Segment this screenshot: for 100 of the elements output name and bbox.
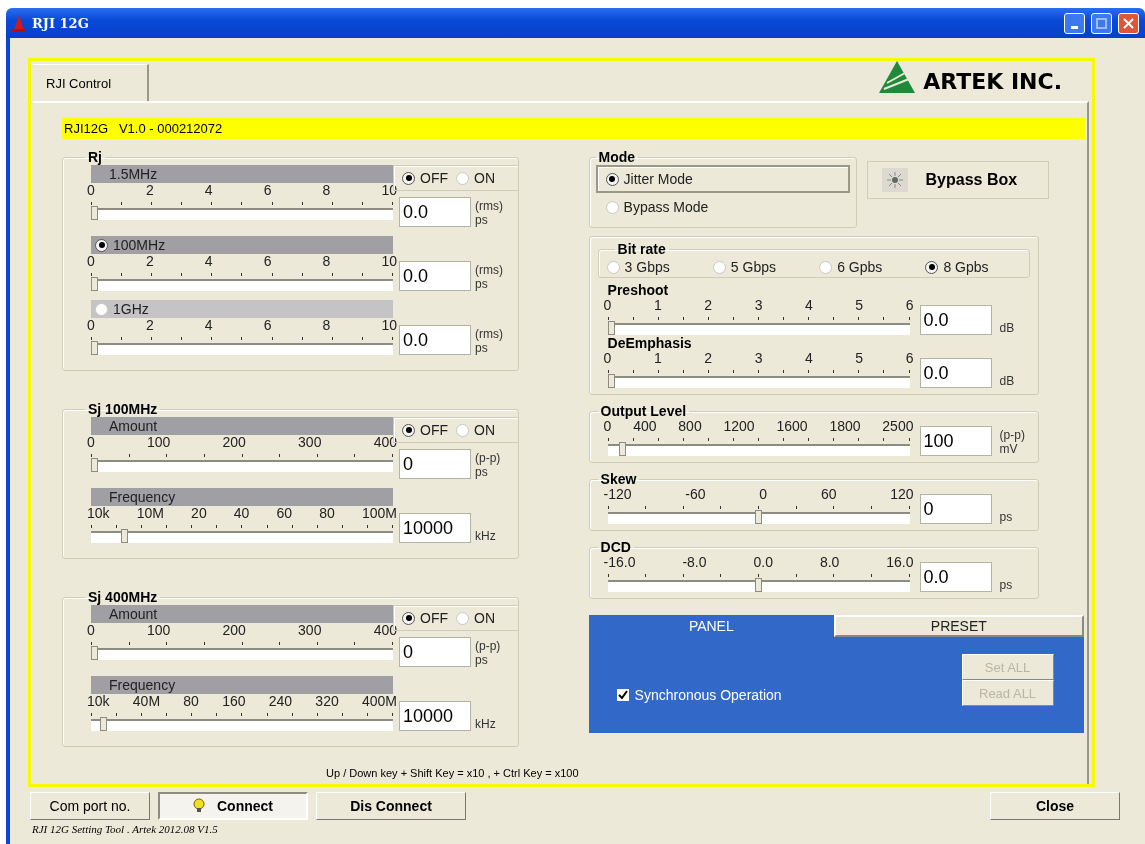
tick-label: 6	[263, 183, 272, 198]
value-field[interactable]: 0.0	[399, 197, 471, 227]
radio-button[interactable]: 5 Gbps	[712, 259, 776, 275]
tick-label: -8.0	[682, 555, 707, 570]
radio-button[interactable]: ON	[456, 422, 495, 438]
tick-label: 0	[87, 254, 95, 269]
slider-title: DeEmphasis	[607, 335, 693, 351]
tick-label: -120	[603, 487, 632, 502]
radio-button[interactable]: OFF	[402, 422, 448, 438]
checkbox[interactable]: Synchronous Operation	[616, 687, 782, 703]
slider-track[interactable]	[91, 208, 393, 220]
disconnect-button[interactable]: Dis Connect	[316, 792, 466, 820]
tick-label: 40	[233, 506, 250, 521]
slider-track[interactable]	[607, 580, 910, 592]
connect-button[interactable]: Connect	[158, 792, 308, 820]
close-button[interactable]	[1118, 12, 1139, 34]
slider-track[interactable]	[91, 719, 393, 731]
tower-icon	[12, 14, 26, 32]
logo-text: ARTEK INC.	[923, 71, 1062, 93]
radio-button[interactable]: 6 Gpbs	[819, 259, 883, 275]
slider-thumb[interactable]	[120, 529, 128, 543]
group-title: Bit rate	[616, 241, 667, 257]
slider-thumb[interactable]	[91, 341, 98, 355]
minimize-icon	[1071, 25, 1078, 29]
tab[interactable]: RJI Control	[31, 64, 149, 101]
unit-label: ps	[475, 653, 489, 667]
unit-label: ps	[999, 510, 1013, 524]
slider-track[interactable]	[607, 376, 910, 388]
tick-label: 6	[905, 351, 914, 366]
slider-thumb[interactable]	[99, 717, 107, 731]
radio-button[interactable]: ON	[456, 170, 495, 186]
unit-label: (rms)	[475, 263, 503, 277]
radio-button[interactable]: 100MHz	[95, 237, 166, 253]
close-dialog-button[interactable]: Close	[990, 792, 1120, 820]
unit-label: ps	[999, 578, 1013, 592]
tick-label: 60	[276, 506, 293, 521]
value-field[interactable]: 10000	[399, 513, 471, 543]
tick-label: 3	[754, 351, 763, 366]
tick-label: 1600	[776, 419, 808, 434]
tick-label: 800	[678, 419, 702, 434]
radio-button[interactable]: Jitter Mode	[595, 165, 850, 193]
radio-button[interactable]: OFF	[402, 170, 448, 186]
maximize-button[interactable]	[1091, 12, 1112, 34]
slider-track[interactable]	[91, 279, 393, 291]
value-field[interactable]: 0	[399, 449, 471, 479]
slider-thumb[interactable]	[607, 374, 615, 388]
tick-label: 6	[263, 254, 272, 269]
value-field[interactable]: 0.0	[919, 358, 992, 388]
tick-label: 2	[145, 318, 154, 333]
slider-track[interactable]	[91, 343, 393, 355]
value-field[interactable]: 0.0	[919, 562, 992, 592]
close-icon	[1123, 17, 1134, 29]
value-field[interactable]: 10000	[399, 701, 471, 731]
tick-label: 400	[373, 435, 397, 450]
unit-label: kHz	[475, 717, 496, 731]
slider-thumb[interactable]	[619, 442, 627, 456]
tick-label: 2	[145, 254, 154, 269]
slider-thumb[interactable]	[755, 578, 763, 592]
tab[interactable]: PRESET	[834, 615, 1084, 637]
radio-button[interactable]: 8 Gpbs	[925, 259, 989, 275]
unit-label: (rms)	[475, 199, 503, 213]
slider-thumb[interactable]	[91, 458, 98, 472]
unit-label: (p-p)	[475, 451, 501, 465]
value-field[interactable]: 0	[399, 637, 471, 667]
group-title: Output Level	[599, 403, 688, 419]
tick-label: 4	[204, 318, 213, 333]
tick-label: 2	[704, 298, 713, 313]
value-field[interactable]: 0.0	[919, 305, 992, 335]
slider-track[interactable]	[607, 323, 910, 335]
bypass-button[interactable]: Bypass Box	[866, 161, 1049, 199]
tick-label: 2	[704, 351, 713, 366]
slider-thumb[interactable]	[91, 206, 98, 220]
slider-thumb[interactable]	[755, 510, 763, 524]
tick-label: 240	[268, 694, 293, 709]
slider-track[interactable]	[91, 460, 393, 472]
radio-button[interactable]: ON	[456, 610, 495, 626]
radio-button[interactable]: 1GHz	[95, 301, 149, 317]
unit-label: mV	[999, 442, 1019, 456]
tick-label: 40M	[132, 694, 161, 709]
slider-thumb[interactable]	[607, 321, 615, 335]
unit-label: ps	[475, 213, 489, 227]
tick-label: 8	[322, 318, 331, 333]
slider-track[interactable]	[91, 531, 393, 543]
tick-label: 3	[754, 298, 763, 313]
value-field[interactable]: 100	[919, 426, 992, 456]
slider-thumb[interactable]	[91, 277, 98, 291]
radio-button[interactable]: 3 Gbps	[606, 259, 670, 275]
value-field[interactable]: 0.0	[399, 261, 471, 291]
value-field[interactable]: 0	[919, 494, 992, 524]
tab[interactable]: PANEL	[588, 615, 835, 637]
slider-track[interactable]	[91, 648, 393, 660]
slider-track[interactable]	[607, 512, 910, 524]
slider-thumb[interactable]	[91, 646, 98, 660]
section-header: Amount	[91, 605, 393, 623]
minimize-button[interactable]	[1064, 12, 1085, 34]
value-field[interactable]: 0.0	[399, 325, 471, 355]
slider-track[interactable]	[607, 444, 910, 456]
com-port-button[interactable]: Com port no.	[30, 792, 150, 820]
radio-button[interactable]: OFF	[402, 610, 448, 626]
radio-button[interactable]: Bypass Mode	[595, 193, 719, 221]
